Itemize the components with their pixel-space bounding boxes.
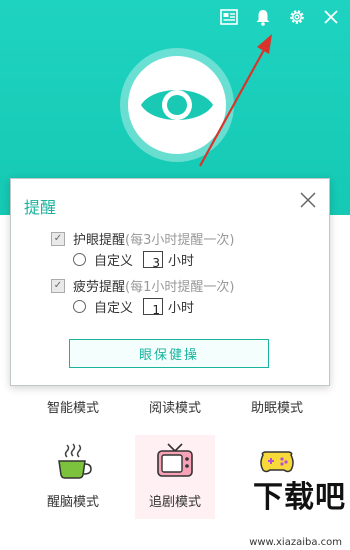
close-icon[interactable] (320, 6, 342, 28)
fatigue-hours-unit: 小时 (168, 301, 195, 316)
tea-cup-icon (58, 443, 92, 479)
fatigue-reminder-row: ✓ 疲劳提醒 (每1小时提醒一次) (51, 276, 234, 295)
eye-reminder-row: ✓ 护眼提醒 (每3小时提醒一次) (51, 229, 234, 248)
eye-reminder-label: 护眼提醒 (73, 233, 126, 248)
mode-smart[interactable]: 智能模式 (18, 397, 128, 416)
mode-card-refresh[interactable]: 醒脑模式 (33, 435, 113, 519)
app-window: 智能模式 阅读模式 助眠模式 醒脑模式 追剧模式 下载吧 www.xiazaib… (0, 0, 350, 550)
reminder-dialog: 提醒 ✓ 护眼提醒 (每3小时提醒一次) 自定义 3 小时 ✓ 疲劳提醒 (每1… (10, 178, 330, 386)
eye-reminder-checkbox[interactable]: ✓ (51, 231, 65, 246)
mode-reading[interactable]: 阅读模式 (120, 397, 230, 416)
watermark-brand: 下载吧 (253, 480, 346, 515)
fatigue-reminder-note: (每1小时提醒一次) (125, 280, 235, 295)
watermark-url: www.xiazaiba.com (249, 537, 342, 548)
fatigue-hours-input[interactable]: 1 (143, 298, 164, 317)
logo-circle (128, 56, 226, 154)
eye-hours-unit: 小时 (168, 254, 195, 269)
dialog-close-icon[interactable] (299, 191, 317, 209)
fatigue-custom-radio[interactable] (73, 300, 86, 313)
tv-icon (157, 443, 193, 477)
mode-sleep[interactable]: 助眠模式 (222, 397, 332, 416)
top-toolbar (218, 6, 342, 28)
gear-icon[interactable] (286, 6, 308, 28)
eye-custom-label: 自定义 (94, 254, 134, 269)
dialog-title: 提醒 (24, 198, 57, 217)
bell-icon[interactable] (252, 6, 274, 28)
fatigue-reminder-label: 疲劳提醒 (73, 280, 126, 295)
mode-drama-label: 追剧模式 (148, 495, 201, 510)
eye-reminder-note: (每3小时提醒一次) (125, 233, 235, 248)
fatigue-custom-label: 自定义 (94, 301, 134, 316)
eye-icon (141, 90, 213, 120)
mode-panel: 智能模式 阅读模式 助眠模式 醒脑模式 追剧模式 下载吧 www.xiazaib… (0, 385, 350, 550)
eye-exercise-button[interactable]: 眼保健操 (69, 339, 269, 368)
eye-custom-row: 自定义 3 小时 (73, 250, 195, 270)
fatigue-reminder-checkbox[interactable]: ✓ (51, 278, 65, 293)
eye-custom-radio[interactable] (73, 253, 86, 266)
mode-card-drama[interactable]: 追剧模式 (135, 435, 215, 519)
app-logo (120, 48, 234, 162)
fatigue-custom-row: 自定义 1 小时 (73, 297, 195, 317)
news-icon[interactable] (218, 6, 240, 28)
mode-refresh-label: 醒脑模式 (46, 495, 99, 510)
eye-hours-input[interactable]: 3 (143, 251, 164, 270)
